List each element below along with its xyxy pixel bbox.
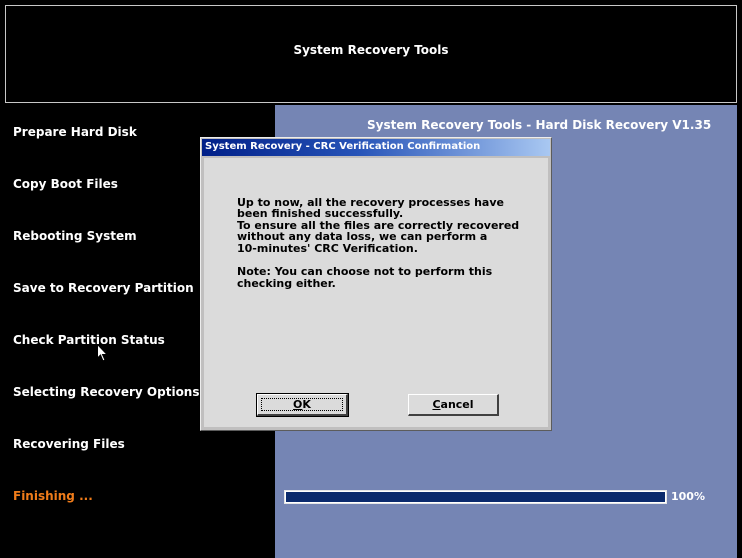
header-title: System Recovery Tools xyxy=(293,43,449,57)
step-selecting-recovery-options: Selecting Recovery Options xyxy=(13,385,200,399)
dialog-message-line: been finished successfully. xyxy=(237,207,404,220)
cancel-mnemonic: C xyxy=(432,398,441,411)
step-save-recovery-partition: Save to Recovery Partition xyxy=(13,281,194,295)
step-prepare-hard-disk: Prepare Hard Disk xyxy=(13,125,137,139)
focus-rectangle xyxy=(261,398,343,411)
cancel-button[interactable]: Cancel xyxy=(408,394,499,416)
ok-button[interactable]: OK xyxy=(256,393,349,417)
header-panel: System Recovery Tools xyxy=(5,5,737,103)
step-recovering-files: Recovering Files xyxy=(13,437,125,451)
cancel-label-rest: ancel xyxy=(440,398,474,411)
progress-bar-fill xyxy=(286,492,665,502)
main-title: System Recovery Tools - Hard Disk Recove… xyxy=(367,118,712,132)
dialog-message-line: without any data loss, we can perform a xyxy=(237,230,488,243)
step-finishing: Finishing ... xyxy=(13,489,93,503)
recovery-screen: System Recovery Tools Prepare Hard Disk … xyxy=(0,0,742,558)
dialog-titlebar[interactable]: System Recovery - CRC Verification Confi… xyxy=(202,139,550,156)
dialog-body: Up to now, all the recovery processes ha… xyxy=(204,158,548,427)
crc-confirmation-dialog: System Recovery - CRC Verification Confi… xyxy=(200,137,552,431)
step-rebooting-system: Rebooting System xyxy=(13,229,137,243)
progress-percent: 100% xyxy=(671,490,705,503)
step-copy-boot-files: Copy Boot Files xyxy=(13,177,118,191)
mouse-pointer-icon xyxy=(97,344,108,362)
dialog-note-line: Note: You can choose not to perform this xyxy=(237,265,493,278)
dialog-title: System Recovery - CRC Verification Confi… xyxy=(205,141,481,152)
progress-bar xyxy=(284,490,667,504)
dialog-message-line: 10-minutes' CRC Verification. xyxy=(237,242,418,255)
dialog-note-line: checking either. xyxy=(237,277,336,290)
step-check-partition-status: Check Partition Status xyxy=(13,333,165,347)
